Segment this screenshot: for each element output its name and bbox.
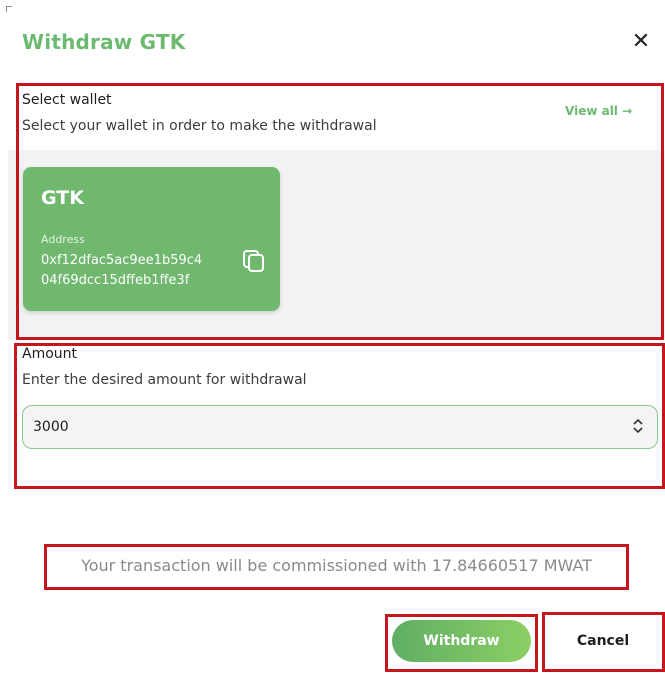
- withdraw-dialog: Withdraw GTK ✕ Select wallet Select your…: [0, 0, 665, 673]
- view-all-link[interactable]: View all →: [565, 104, 632, 118]
- withdraw-button[interactable]: Withdraw: [392, 620, 531, 662]
- amount-section-label: Amount: [22, 346, 78, 362]
- wallet-address-line-1: 0xf12dfac5ac9ee1b59c4: [41, 253, 203, 268]
- wallet-card-gtk[interactable]: GTK Address 0xf12dfac5ac9ee1b59c4 04f69d…: [23, 167, 280, 311]
- spinner-icon[interactable]: [633, 418, 643, 434]
- wallet-section-label: Select wallet: [22, 92, 112, 108]
- close-button[interactable]: ✕: [630, 29, 652, 55]
- cancel-button[interactable]: Cancel: [549, 619, 657, 663]
- wallet-section-description: Select your wallet in order to make the …: [22, 118, 377, 134]
- amount-field: [22, 405, 658, 449]
- wallet-address-line-2: 04f69dcc15dffeb1ffe3f: [41, 273, 190, 288]
- close-icon: ✕: [631, 29, 651, 54]
- wallet-address: 0xf12dfac5ac9ee1b59c4 04f69dcc15dffeb1ff…: [41, 251, 202, 291]
- corner-mark: [6, 6, 12, 12]
- copy-icon[interactable]: [242, 249, 266, 273]
- amount-input[interactable]: [33, 406, 593, 447]
- dialog-title: Withdraw GTK: [22, 30, 186, 54]
- wallet-address-label: Address: [41, 233, 85, 246]
- wallet-card-title: GTK: [41, 187, 84, 209]
- commission-text: Your transaction will be commissioned wi…: [81, 556, 592, 575]
- amount-section-description: Enter the desired amount for withdrawal: [22, 372, 307, 388]
